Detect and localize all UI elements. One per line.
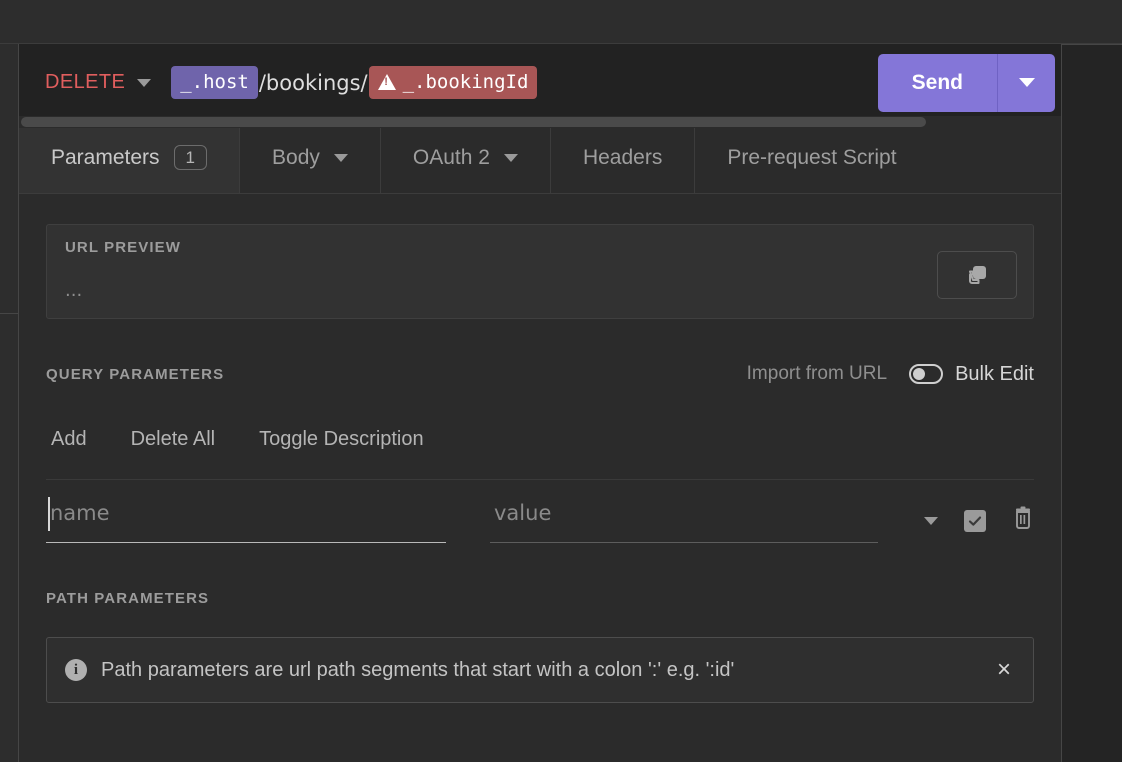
chevron-down-icon [137,79,151,87]
copy-icon [964,262,990,288]
toggle-knob [913,368,925,380]
parameter-enabled-checkbox[interactable] [964,510,986,532]
request-pane: DELETE _.host /bookings/ _.bookingId Sen… [19,44,1061,762]
request-tabs: Parameters 1 Body OAuth 2 Headers Pre-re… [19,122,1061,194]
bulk-edit-label: Bulk Edit [955,363,1034,386]
warning-triangle-icon [378,74,396,90]
send-options-button[interactable] [997,54,1055,112]
url-chip-bookingid-label: _.bookingId [403,71,529,93]
copy-url-button[interactable] [937,251,1017,299]
parameters-panel: URL PREVIEW ... QUERY PARAMETERS Import … [19,224,1061,703]
left-rail [0,44,19,762]
input-underline [490,542,878,543]
delete-all-parameters-button[interactable]: Delete All [109,428,238,451]
chevron-down-icon [1019,78,1035,87]
left-rail-divider [0,313,19,314]
tab-body-label: Body [272,146,320,170]
chevron-down-icon [334,154,348,162]
tab-pre-request-script-label: Pre-request Script [727,146,896,170]
query-parameters-title: QUERY PARAMETERS [46,366,224,383]
chevron-down-icon [504,154,518,162]
url-chip-host-label: _.host [180,71,249,93]
url-input[interactable]: _.host /bookings/ _.bookingId [171,66,877,99]
url-chip-host[interactable]: _.host [171,66,258,99]
url-preview-box: URL PREVIEW ... [46,224,1034,319]
chevron-down-icon[interactable] [924,517,938,525]
checkmark-icon [967,513,983,529]
path-parameters-header: PATH PARAMETERS [46,585,1034,611]
send-button-group: Send [878,54,1055,112]
url-bar: DELETE _.host /bookings/ _.bookingId Sen… [19,44,1061,122]
row-controls [924,506,1034,543]
tab-pre-request-script[interactable]: Pre-request Script [694,122,928,193]
tab-oauth2[interactable]: OAuth 2 [380,122,550,193]
query-parameters-header-actions: Import from URL Bulk Edit [747,363,1034,386]
table-row: name value [46,479,1034,543]
query-parameters-header: QUERY PARAMETERS Import from URL Bulk Ed… [46,361,1034,387]
tab-headers-label: Headers [583,146,662,170]
tabs-horizontal-scrollbar[interactable] [19,116,1061,128]
toggle-switch-icon [909,364,943,384]
bulk-edit-toggle[interactable]: Bulk Edit [909,363,1034,386]
http-method-label: DELETE [45,71,125,94]
info-icon: i [65,659,87,681]
send-button[interactable]: Send [878,54,997,112]
tabs-scrollbar-thumb[interactable] [21,117,926,127]
tab-body[interactable]: Body [239,122,380,193]
import-from-url-link[interactable]: Import from URL [747,363,887,385]
parameter-value-input[interactable]: value [490,495,878,543]
parameter-name-input[interactable]: name [46,495,446,543]
tab-parameters[interactable]: Parameters 1 [19,122,239,193]
response-pane [1061,44,1122,762]
parameter-name-placeholder: name [50,501,110,525]
trash-icon [1012,506,1034,530]
path-parameters-info-banner: i Path parameters are url path segments … [46,637,1034,703]
tab-oauth2-label: OAuth 2 [413,146,490,170]
url-preview-value: ... [65,280,1015,301]
path-parameters-info-text: Path parameters are url path segments th… [101,659,734,682]
path-parameters-title: PATH PARAMETERS [46,590,209,607]
input-underline [46,542,446,543]
response-pane-divider [1062,44,1122,45]
add-parameter-button[interactable]: Add [46,428,109,451]
http-method-selector[interactable]: DELETE [19,71,151,94]
tab-parameters-label: Parameters [51,146,160,170]
app-window: DELETE _.host /bookings/ _.bookingId Sen… [0,0,1122,762]
toggle-description-button[interactable]: Toggle Description [237,428,446,451]
query-parameters-actions: Add Delete All Toggle Description [46,417,1034,461]
tab-headers[interactable]: Headers [550,122,694,193]
parameter-value-placeholder: value [494,501,551,525]
window-top-strip [0,0,1122,44]
url-preview-title: URL PREVIEW [65,239,1015,256]
tab-parameters-badge: 1 [174,145,207,170]
close-icon[interactable]: × [993,658,1015,682]
url-chip-bookingid[interactable]: _.bookingId [369,66,538,99]
url-static-path: /bookings/ [258,71,369,95]
delete-parameter-button[interactable] [1012,506,1034,535]
